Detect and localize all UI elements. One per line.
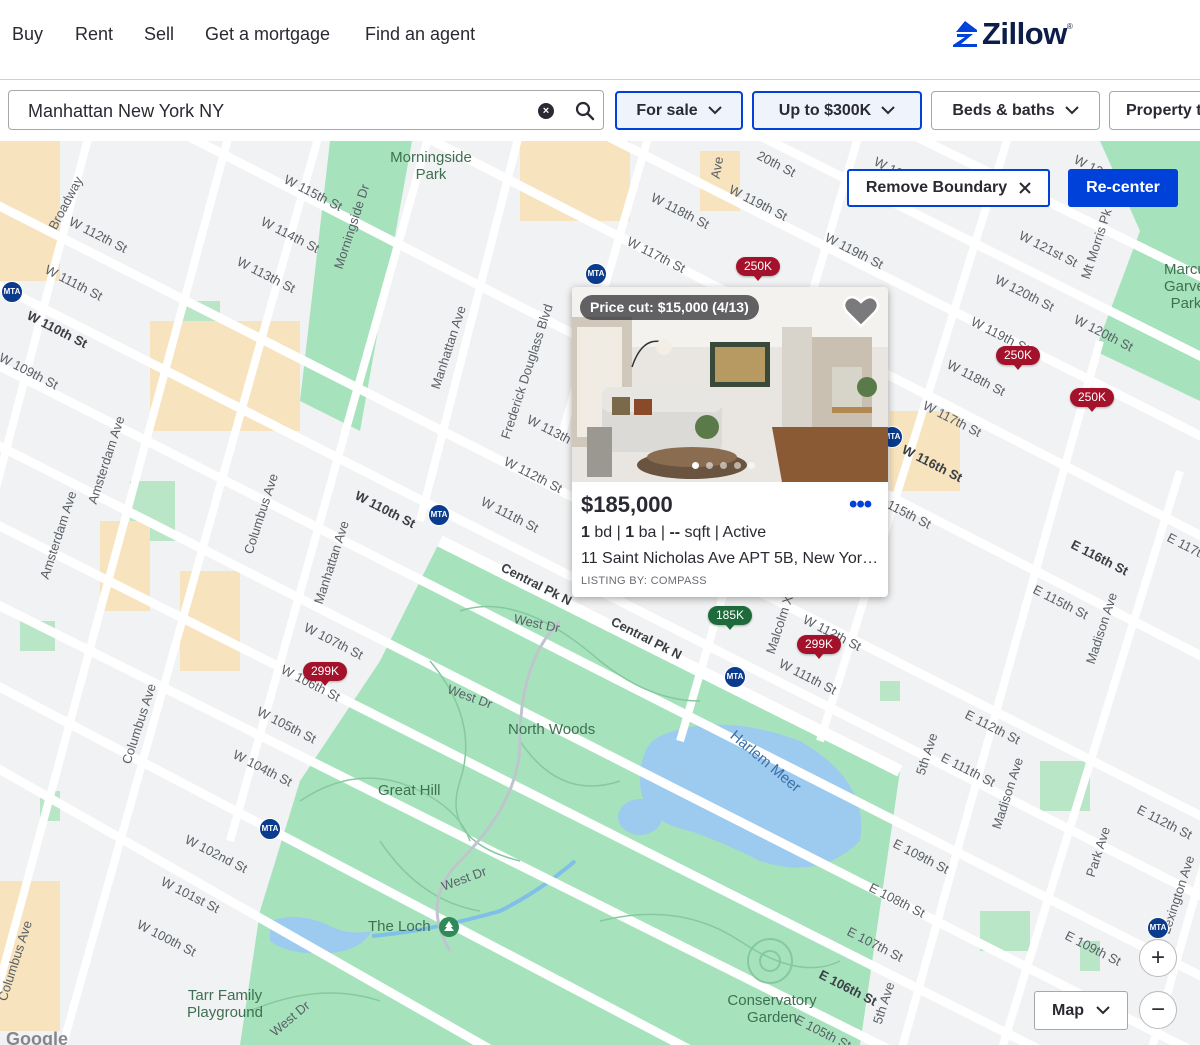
baths-unit: ba <box>638 524 657 541</box>
park-label: Great Hill <box>378 782 441 799</box>
beds-count: 1 <box>581 524 590 541</box>
chevron-down-icon <box>1064 106 1079 115</box>
park-label: Tarr Family Playground <box>187 987 263 1021</box>
subway-icon[interactable]: MTA <box>1147 917 1169 939</box>
listing-facts: 1 bd | 1 ba | -- sqft | Active <box>581 524 766 542</box>
price-filter[interactable]: Up to $300K <box>752 91 922 130</box>
listing-status: Active <box>722 524 767 541</box>
logo-text: Zillow <box>982 16 1067 51</box>
property-type-label: Property type <box>1126 101 1200 119</box>
carousel-dot[interactable] <box>692 462 699 469</box>
trademark-mark: ® <box>1066 21 1073 31</box>
price-pin-selected[interactable]: 185K <box>708 606 753 630</box>
nav-find-an-agent[interactable]: Find an agent <box>365 24 475 45</box>
park-label: The Loch <box>368 918 431 935</box>
price-pin[interactable]: 299K <box>797 635 842 659</box>
search-box: × <box>8 90 604 130</box>
clear-search-icon[interactable]: × <box>538 103 554 119</box>
listing-agency: LISTING BY: COMPASS <box>581 575 707 587</box>
sqft-value: -- <box>669 524 681 541</box>
zillow-logo-icon <box>953 21 977 47</box>
nav-get-a-mortgage[interactable]: Get a mortgage <box>205 24 330 45</box>
for-sale-label: For sale <box>636 101 698 119</box>
heart-icon[interactable] <box>842 295 880 329</box>
map-type-select[interactable]: Map <box>1034 991 1128 1030</box>
filter-bar: × For sale Up to $300K Beds & baths Prop… <box>0 80 1200 140</box>
baths-count: 1 <box>625 524 635 541</box>
photo-carousel-dots <box>692 462 755 469</box>
park-label: Conservatory Garden <box>727 992 817 1026</box>
carousel-dot[interactable] <box>706 462 713 469</box>
price-pin[interactable]: 250K <box>1070 388 1115 412</box>
carousel-dot[interactable] <box>748 462 755 469</box>
nav-buy[interactable]: Buy <box>12 24 43 45</box>
chevron-down-icon <box>1096 1006 1110 1015</box>
park-label: Marcus Garvey Park <box>1164 261 1200 312</box>
more-options-icon[interactable]: ••• <box>849 491 872 519</box>
search-icon[interactable] <box>575 101 595 121</box>
beds-baths-label: Beds & baths <box>952 101 1055 119</box>
listing-address[interactable]: 11 Saint Nicholas Ave APT 5B, New York, … <box>581 550 881 568</box>
for-sale-filter[interactable]: For sale <box>615 91 743 130</box>
separator: | <box>714 524 723 541</box>
listing-price: $185,000 <box>581 492 673 517</box>
subway-icon[interactable]: MTA <box>724 666 746 688</box>
separator: | <box>616 524 626 541</box>
remove-boundary-button[interactable]: Remove Boundary <box>847 169 1050 207</box>
price-pin[interactable]: 250K <box>736 257 781 281</box>
map-type-label: Map <box>1052 1001 1084 1019</box>
tree-icon <box>439 917 459 937</box>
price-cut-badge: Price cut: $15,000 (4/13) <box>580 295 759 320</box>
zoom-out-button[interactable]: − <box>1139 991 1177 1029</box>
price-pin[interactable]: 250K <box>996 346 1041 370</box>
google-attribution: Google <box>6 1029 68 1045</box>
nav-rent[interactable]: Rent <box>75 24 113 45</box>
park-label: Morningside Park <box>386 149 476 183</box>
remove-boundary-label: Remove Boundary <box>865 179 1008 196</box>
carousel-dot[interactable] <box>720 462 727 469</box>
zillow-logo[interactable]: Zillow ® <box>952 16 1073 51</box>
park-name: Morningside Park <box>390 149 472 183</box>
nav-sell[interactable]: Sell <box>144 24 174 45</box>
chevron-down-icon <box>707 106 722 115</box>
subway-icon[interactable]: MTA <box>1 281 23 303</box>
subway-icon[interactable]: MTA <box>259 818 281 840</box>
listing-card[interactable]: Price cut: $15,000 (4/13) $185,000 ••• 1… <box>572 287 888 597</box>
park-label: North Woods <box>508 721 596 738</box>
beds-unit: bd <box>594 524 613 541</box>
property-type-filter[interactable]: Property type <box>1109 91 1200 130</box>
search-input[interactable] <box>26 99 510 123</box>
close-icon <box>1019 182 1031 194</box>
subway-icon[interactable]: MTA <box>428 504 450 526</box>
chevron-down-icon <box>881 106 895 115</box>
map[interactable]: Broadway W 112th St W 111th St W 110th S… <box>0 141 1200 1045</box>
subway-icon[interactable]: MTA <box>585 263 607 285</box>
beds-baths-filter[interactable]: Beds & baths <box>931 91 1100 130</box>
price-filter-label: Up to $300K <box>778 101 872 119</box>
zoom-in-button[interactable]: + <box>1139 939 1177 977</box>
price-pin[interactable]: 299K <box>303 662 348 686</box>
recenter-button[interactable]: Re-center <box>1068 169 1178 207</box>
sqft-unit: sqft <box>684 524 711 541</box>
top-nav: Buy Rent Sell Get a mortgage Find an age… <box>0 0 1200 80</box>
carousel-dot[interactable] <box>734 462 741 469</box>
